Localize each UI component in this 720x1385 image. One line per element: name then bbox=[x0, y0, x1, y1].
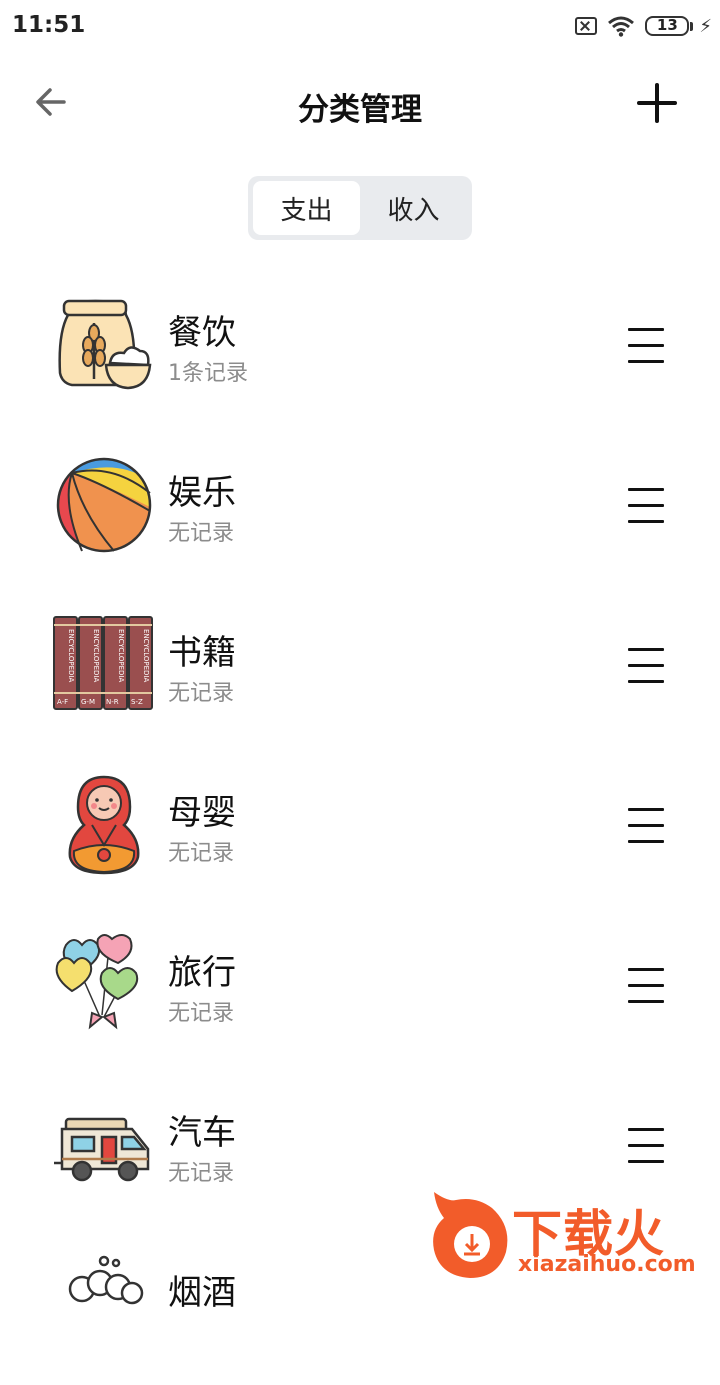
book-volume-label: S-Z bbox=[131, 698, 143, 706]
book-volume-label: N-R bbox=[106, 698, 119, 706]
wifi-icon bbox=[608, 16, 635, 37]
category-name: 书籍 bbox=[168, 633, 236, 673]
matryoshka-doll-icon bbox=[68, 775, 140, 875]
heart-balloons-icon bbox=[55, 934, 139, 1030]
category-row-maternity[interactable]: 母婴 无记录 bbox=[0, 745, 720, 905]
category-name: 餐饮 bbox=[168, 313, 236, 353]
drag-handle-icon[interactable] bbox=[626, 805, 666, 845]
drag-handle-icon[interactable] bbox=[626, 645, 666, 685]
category-record-count: 无记录 bbox=[168, 1001, 235, 1026]
beer-foam-icon bbox=[68, 1255, 144, 1305]
camper-van-icon bbox=[54, 1117, 150, 1182]
flour-sack-icon bbox=[58, 299, 152, 390]
flame-logo-icon bbox=[433, 1192, 508, 1278]
status-time: 11:51 bbox=[12, 12, 86, 38]
book-spine-title: ENCYCLOPEDIA bbox=[92, 629, 100, 682]
app-header: 分类管理 bbox=[0, 60, 720, 150]
book-spine-title: ENCYCLOPEDIA bbox=[67, 629, 75, 682]
category-record-count: 无记录 bbox=[168, 841, 235, 866]
category-name: 旅行 bbox=[168, 953, 236, 993]
beach-ball-icon bbox=[56, 457, 152, 553]
drag-handle-icon[interactable] bbox=[626, 1125, 666, 1165]
watermark-url: xiazaihuo.com bbox=[518, 1252, 696, 1277]
book-volume-label: G-M bbox=[81, 698, 95, 706]
category-name: 烟酒 bbox=[168, 1273, 236, 1313]
battery-indicator: 13 bbox=[645, 16, 690, 36]
watermark-logo: 下载火 xiazaihuo.com bbox=[426, 1186, 720, 1280]
category-row-travel[interactable]: 旅行 无记录 bbox=[0, 905, 720, 1065]
type-segmented-control: 支出 收入 bbox=[248, 176, 472, 240]
category-row-entertainment[interactable]: 娱乐 无记录 bbox=[0, 425, 720, 585]
page-title: 分类管理 bbox=[298, 92, 422, 128]
category-row-dining[interactable]: 餐饮 1条记录 bbox=[0, 265, 720, 425]
no-sim-icon bbox=[575, 17, 598, 35]
book-spine-title: ENCYCLOPEDIA bbox=[117, 629, 125, 682]
category-row-books[interactable]: ENCYCLOPEDIA ENCYCLOPEDIA ENCYCLOPEDIA E… bbox=[0, 585, 720, 745]
book-spine-title: ENCYCLOPEDIA bbox=[142, 629, 150, 682]
battery-level: 13 bbox=[656, 16, 678, 34]
category-name: 母婴 bbox=[168, 793, 236, 833]
category-record-count: 无记录 bbox=[168, 681, 235, 706]
status-icons: 13 ⚡ bbox=[575, 12, 712, 40]
charging-icon: ⚡ bbox=[699, 15, 712, 37]
category-name: 汽车 bbox=[168, 1113, 236, 1153]
add-icon[interactable] bbox=[634, 80, 684, 130]
battery-tip bbox=[690, 21, 694, 31]
status-bar: 11:51 13 ⚡ bbox=[0, 0, 720, 52]
drag-handle-icon[interactable] bbox=[626, 965, 666, 1005]
encyclopedia-books-icon: ENCYCLOPEDIA ENCYCLOPEDIA ENCYCLOPEDIA E… bbox=[53, 616, 153, 710]
drag-handle-icon[interactable] bbox=[626, 485, 666, 525]
category-record-count: 无记录 bbox=[168, 1161, 235, 1186]
drag-handle-icon[interactable] bbox=[626, 325, 666, 365]
tab-expense[interactable]: 支出 bbox=[253, 181, 360, 235]
tab-income[interactable]: 收入 bbox=[360, 181, 467, 235]
book-volume-label: A-F bbox=[57, 698, 68, 706]
category-name: 娱乐 bbox=[168, 473, 236, 513]
category-record-count: 无记录 bbox=[168, 521, 235, 546]
category-record-count: 1条记录 bbox=[168, 361, 248, 386]
